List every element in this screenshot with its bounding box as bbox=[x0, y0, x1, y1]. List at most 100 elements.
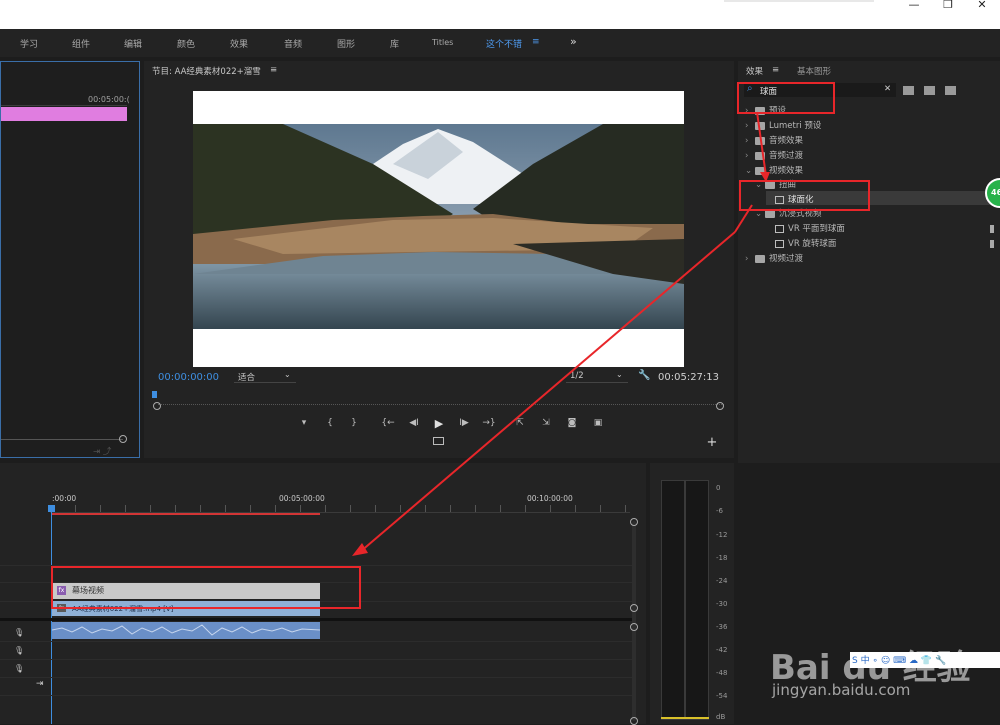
tab-effects[interactable]: 效果 bbox=[746, 65, 763, 77]
ime-toolbar[interactable]: S 中 ∘ ☺ ⌨ ☁ 👕 🔧 bbox=[850, 652, 1000, 668]
settings-wrench-icon[interactable]: 🔧 bbox=[638, 370, 650, 381]
yuv-effects-icon[interactable] bbox=[945, 86, 956, 95]
folder-icon bbox=[755, 151, 765, 160]
add-marker-button[interactable]: ▾ bbox=[296, 418, 312, 428]
source-timeline-ruler bbox=[1, 105, 127, 106]
tab-basic-graphics[interactable]: 基本图形 bbox=[797, 65, 831, 77]
mic-icon[interactable]: 🎙 bbox=[14, 646, 24, 655]
program-frame bbox=[193, 91, 684, 367]
workspace-graphics[interactable]: 图形 bbox=[337, 37, 355, 50]
scroll-handle-low[interactable] bbox=[630, 623, 638, 631]
safe-margins-button[interactable] bbox=[433, 437, 444, 445]
mic-icon[interactable]: 🎙 bbox=[14, 628, 24, 637]
program-timecode-current[interactable]: 00:00:00:00 bbox=[158, 372, 219, 383]
program-scroll-start[interactable] bbox=[153, 402, 161, 410]
track-divider bbox=[0, 659, 632, 660]
minimize-button[interactable]: — bbox=[902, 0, 926, 14]
workspace-learn[interactable]: 学习 bbox=[20, 37, 38, 50]
step-back-button[interactable]: ◀I bbox=[405, 418, 423, 428]
track-divider bbox=[0, 641, 632, 642]
accelerated-effects-icon[interactable] bbox=[903, 86, 914, 95]
meter-label: -42 bbox=[716, 646, 728, 654]
work-area-bar[interactable] bbox=[52, 513, 320, 515]
workspace-editing[interactable]: 编辑 bbox=[124, 37, 142, 50]
tree-item-vr-plane-to-sphere[interactable]: VR 平面到球面 bbox=[775, 222, 845, 236]
workspace-menu-icon[interactable]: ≡ bbox=[532, 37, 540, 47]
scroll-handle-mid[interactable] bbox=[630, 604, 638, 612]
fit-dropdown[interactable]: 适合 ⌄ bbox=[234, 370, 296, 383]
workspace-audio[interactable]: 音频 bbox=[284, 37, 302, 50]
32bit-effects-icon[interactable] bbox=[924, 86, 935, 95]
tree-item-video-effects[interactable]: ⌄ 视频效果 bbox=[745, 164, 803, 178]
tree-item-vr-rotate-sphere[interactable]: VR 旋转球面 bbox=[775, 237, 836, 251]
go-to-in-button[interactable]: {← bbox=[378, 418, 398, 428]
audio-waveform bbox=[52, 624, 320, 636]
restore-button[interactable]: ❐ bbox=[936, 0, 960, 14]
track-divider bbox=[0, 695, 632, 696]
mark-out-button[interactable]: } bbox=[346, 418, 362, 428]
tree-item-audio-effects[interactable]: › 音频效果 bbox=[745, 134, 803, 148]
source-export-icon[interactable]: ⇥ ⤴ bbox=[93, 445, 111, 457]
resolution-dropdown[interactable]: 1/2 ⌄ bbox=[566, 370, 628, 383]
export-frame-camera-icon[interactable]: ◙ bbox=[564, 418, 580, 428]
audio-clip[interactable] bbox=[52, 622, 320, 639]
close-window-button[interactable]: ✕ bbox=[970, 0, 994, 14]
workspace-assembly[interactable]: 组件 bbox=[72, 37, 90, 50]
meter-label: -54 bbox=[716, 692, 728, 700]
meter-label: dB bbox=[716, 713, 726, 721]
workspace-bar: 学习 组件 编辑 颜色 效果 音频 图形 库 Titles 这个不错 ≡ » bbox=[0, 29, 1000, 57]
meter-label: -48 bbox=[716, 669, 728, 677]
workspace-custom[interactable]: 这个不错 bbox=[486, 37, 522, 50]
track-arrow-icon[interactable]: ⇥ bbox=[36, 679, 44, 689]
workspace-overflow-icon[interactable]: » bbox=[570, 35, 577, 48]
program-menu-icon[interactable]: ≡ bbox=[270, 65, 277, 75]
lift-button[interactable]: ⇱ bbox=[512, 418, 528, 428]
program-scrub-bar[interactable] bbox=[158, 404, 724, 408]
program-playhead-marker[interactable] bbox=[152, 391, 157, 398]
meter-label: -6 bbox=[716, 507, 723, 515]
step-forward-button[interactable]: I▶ bbox=[455, 418, 473, 428]
source-scroll-handle[interactable] bbox=[119, 435, 127, 443]
tree-item-lumetri-presets[interactable]: › Lumetri 预设 bbox=[745, 119, 821, 133]
tree-item-video-transitions[interactable]: › 视频过渡 bbox=[745, 252, 803, 266]
timeline-ruler-label-5min: 00:05:00:00 bbox=[279, 494, 325, 503]
ime-toolbar-text: S 中 ∘ ☺ ⌨ ☁ 👕 🔧 bbox=[852, 656, 947, 666]
source-clip-bar[interactable] bbox=[1, 107, 127, 121]
gpu-accel-marker bbox=[990, 240, 994, 248]
meter-label: -30 bbox=[716, 600, 728, 608]
effects-tab-menu-icon[interactable]: ≡ bbox=[772, 65, 779, 75]
title-bar-text-field bbox=[724, 0, 874, 2]
workspace-color[interactable]: 颜色 bbox=[177, 37, 195, 50]
clear-search-icon[interactable]: ✕ bbox=[884, 84, 891, 94]
folder-icon bbox=[755, 121, 765, 130]
workspace-libraries[interactable]: 库 bbox=[390, 37, 399, 50]
play-button[interactable]: ▶ bbox=[431, 417, 447, 430]
annotation-box-spherize bbox=[739, 180, 870, 211]
timeline-ruler-label-start: :00:00 bbox=[52, 494, 77, 503]
video-audio-separator bbox=[0, 618, 632, 621]
tree-item-audio-transitions[interactable]: › 音频过渡 bbox=[745, 149, 803, 163]
scroll-handle-top[interactable] bbox=[630, 518, 638, 526]
source-scrollbar[interactable] bbox=[1, 439, 123, 440]
workspace-titles[interactable]: Titles bbox=[432, 38, 453, 47]
folder-icon bbox=[755, 166, 765, 175]
annotation-box-timeline-clip bbox=[51, 566, 361, 609]
timeline-playhead-handle[interactable] bbox=[48, 505, 55, 512]
program-scroll-end[interactable] bbox=[716, 402, 724, 410]
timeline-ruler[interactable] bbox=[50, 505, 630, 513]
workspace-effects[interactable]: 效果 bbox=[230, 37, 248, 50]
source-timecode: 00:05:00:( bbox=[88, 95, 130, 104]
go-to-out-button[interactable]: →} bbox=[479, 418, 499, 428]
side-badge-count: 46 bbox=[991, 188, 1000, 197]
mark-in-button[interactable]: { bbox=[322, 418, 338, 428]
mic-icon[interactable]: 🎙 bbox=[14, 664, 24, 673]
extract-button[interactable]: ⇲ bbox=[538, 418, 554, 428]
track-divider bbox=[0, 677, 632, 678]
folder-icon bbox=[755, 136, 765, 145]
vertical-scrollbar[interactable] bbox=[632, 521, 636, 721]
add-button-plus-icon[interactable]: + bbox=[704, 435, 720, 450]
gpu-accel-marker bbox=[990, 225, 994, 233]
effect-icon bbox=[775, 239, 784, 248]
comparison-view-button[interactable]: ▣ bbox=[590, 418, 606, 428]
timeline-ruler-label-10min: 00:10:00:00 bbox=[527, 494, 573, 503]
